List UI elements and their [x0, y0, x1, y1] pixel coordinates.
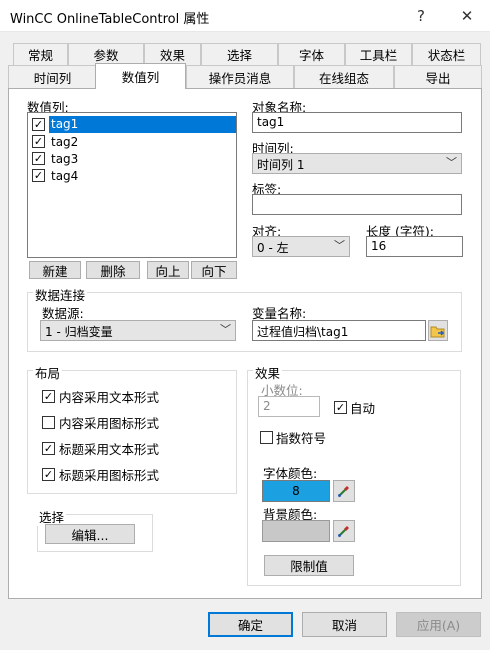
data-source-select[interactable]: 1 - 归档变量 ﹀	[40, 320, 236, 341]
bg-color-picker-button[interactable]	[333, 520, 355, 542]
checkbox-icon[interactable]: ✓	[42, 390, 55, 403]
time-column-select[interactable]: 时间列 1 ﹀	[252, 153, 462, 174]
exponent-label: 指数符号	[276, 431, 327, 446]
tab-export[interactable]: 导出	[394, 65, 482, 89]
tab-general[interactable]: 常规	[13, 43, 68, 65]
tab-parameters[interactable]: 参数	[68, 43, 144, 65]
checkbox-icon[interactable]: ✓	[334, 401, 347, 414]
font-color-picker-button[interactable]	[333, 480, 355, 502]
option-label: 标题采用文本形式	[59, 442, 160, 457]
list-item[interactable]: ✓ tag4	[32, 167, 236, 184]
option-label: 内容采用文本形式	[59, 390, 160, 405]
checkbox-icon[interactable]	[42, 416, 55, 429]
decimals-field[interactable]: 2	[258, 396, 320, 417]
list-item-label: tag2	[51, 134, 79, 149]
browse-variable-button[interactable]	[428, 320, 448, 341]
tab-statusbar[interactable]: 状态栏	[412, 43, 481, 65]
tab-online-config[interactable]: 在线组态	[294, 65, 394, 89]
eyedropper-icon	[338, 525, 350, 537]
list-item-label: tag3	[51, 151, 79, 166]
list-item-label: tag1	[49, 116, 236, 133]
option-label: 内容采用图标形式	[59, 416, 160, 431]
tab-value-column[interactable]: 数值列	[95, 63, 186, 89]
eyedropper-icon	[338, 485, 350, 497]
layout-option-header-text[interactable]: ✓ 标题采用文本形式	[42, 439, 159, 458]
list-item[interactable]: ✓ tag3	[32, 150, 236, 167]
ok-button[interactable]: 确定	[208, 612, 293, 637]
chevron-down-icon: ﹀	[220, 323, 231, 336]
folder-arrow-icon	[430, 326, 445, 337]
checkbox-icon[interactable]: ✓	[32, 152, 45, 165]
auto-label: 自动	[350, 401, 376, 416]
checkbox-icon[interactable]: ✓	[42, 468, 55, 481]
list-item[interactable]: ✓ tag1	[32, 116, 236, 133]
list-item-label: tag4	[51, 168, 79, 183]
tag-label-field[interactable]	[252, 194, 462, 215]
align-select[interactable]: 0 - 左 ﹀	[252, 236, 350, 257]
data-source-value: 1 - 归档变量	[45, 325, 113, 339]
new-button[interactable]: 新建	[29, 261, 81, 279]
delete-button[interactable]: 删除	[86, 261, 140, 279]
auto-checkbox[interactable]: ✓ 自动	[334, 398, 375, 417]
window-title: WinCC OnlineTableControl 属性	[10, 12, 210, 27]
checkbox-icon[interactable]: ✓	[32, 118, 45, 131]
tab-selection[interactable]: 选择	[201, 43, 278, 65]
edit-selection-button[interactable]: 编辑...	[45, 524, 135, 544]
layout-option-content-icon[interactable]: 内容采用图标形式	[42, 413, 159, 432]
length-field[interactable]: 16	[366, 236, 463, 257]
option-label: 标题采用图标形式	[59, 468, 160, 483]
tab-font[interactable]: 字体	[278, 43, 345, 65]
align-value: 0 - 左	[257, 241, 289, 255]
tab-toolbar[interactable]: 工具栏	[345, 43, 412, 65]
limits-button[interactable]: 限制值	[264, 555, 354, 576]
move-up-button[interactable]: 向上	[147, 261, 189, 279]
title-bar: WinCC OnlineTableControl 属性 ? ✕	[0, 0, 490, 32]
data-connection-legend: 数据连接	[33, 285, 88, 304]
list-item[interactable]: ✓ tag2	[32, 133, 236, 150]
layout-option-content-text[interactable]: ✓ 内容采用文本形式	[42, 387, 159, 406]
apply-button[interactable]: 应用(A)	[396, 612, 481, 637]
checkbox-icon[interactable]: ✓	[32, 169, 45, 182]
variable-name-field[interactable]: 过程值归档\tag1	[252, 320, 426, 341]
checkbox-icon[interactable]	[260, 431, 273, 444]
layout-legend: 布局	[33, 363, 63, 382]
checkbox-icon[interactable]: ✓	[42, 442, 55, 455]
chevron-down-icon: ﹀	[446, 156, 457, 169]
close-button[interactable]: ✕	[446, 0, 488, 32]
tab-effects[interactable]: 效果	[144, 43, 201, 65]
help-button[interactable]: ?	[400, 0, 442, 32]
layout-option-header-icon[interactable]: ✓ 标题采用图标形式	[42, 465, 159, 484]
checkbox-icon[interactable]: ✓	[32, 135, 45, 148]
cancel-button[interactable]: 取消	[302, 612, 387, 637]
tab-time-column[interactable]: 时间列	[8, 65, 97, 89]
chevron-down-icon: ﹀	[334, 239, 345, 252]
value-columns-list[interactable]: ✓ tag1 ✓ tag2 ✓ tag3 ✓ tag4	[27, 112, 237, 258]
exponent-checkbox[interactable]: 指数符号	[260, 428, 326, 447]
move-down-button[interactable]: 向下	[191, 261, 237, 279]
object-name-field[interactable]: tag1	[252, 112, 462, 133]
bg-color-swatch[interactable]	[262, 520, 330, 542]
font-color-swatch[interactable]: 8	[262, 480, 330, 502]
tab-operator-messages[interactable]: 操作员消息	[186, 65, 294, 89]
time-column-value: 时间列 1	[257, 158, 305, 172]
